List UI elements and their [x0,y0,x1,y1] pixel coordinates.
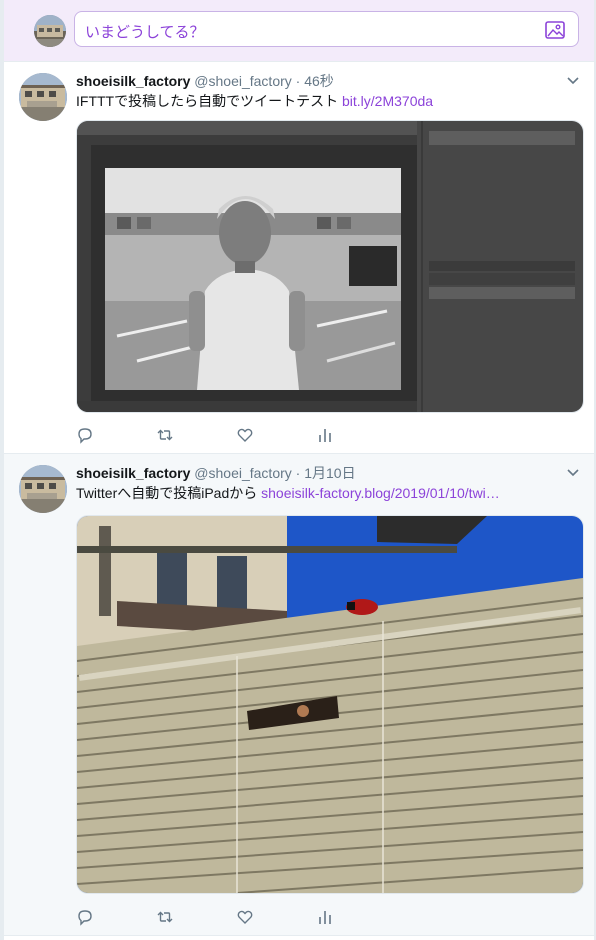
tweet-composer: いまどうしてる？ [4,0,594,62]
retweet-button[interactable] [156,908,236,926]
chevron-down-icon[interactable] [566,74,580,88]
reply-icon [78,428,92,444]
tweet-text: Twitterへ自動で投稿iPadから shoeisilk-factory.bl… [76,484,576,502]
compose-placeholder: いまどうしてる？ [85,24,205,41]
compose-input[interactable]: いまどうしてる？ [74,11,579,47]
tweet-body: IFTTTで投稿したら自動でツイートテスト [76,93,342,109]
user-avatar[interactable] [34,15,66,47]
like-button[interactable] [236,426,316,444]
reply-button[interactable] [76,908,156,926]
tweet-link[interactable]: bit.ly/2M370da [342,93,433,109]
analytics-button[interactable] [316,908,396,926]
author-name[interactable]: shoeisilk_factory [76,73,190,89]
chevron-down-icon[interactable] [566,466,580,480]
tweet-link[interactable]: shoeisilk-factory.blog/2019/01/10/twi… [261,485,500,501]
tweet-header: shoeisilk_factory @shoei_factory · 1月10日 [76,464,576,482]
tweet-timestamp[interactable]: 46秒 [304,73,334,89]
reply-icon [78,910,92,926]
tweet-timestamp[interactable]: 1月10日 [304,465,355,481]
image-icon[interactable] [544,19,566,41]
timeline-page: いまどうしてる？ shoeisilk_factory @shoei_factor… [3,0,595,940]
tweet[interactable]: shoeisilk_factory @shoei_factory · 1月10日… [4,454,594,936]
tweet-media-blinds[interactable] [76,515,584,894]
tweet-header: shoeisilk_factory @shoei_factory · 46秒 [76,72,576,90]
tweet-text: IFTTTで投稿したら自動でツイートテスト bit.ly/2M370da [76,92,576,110]
author-handle[interactable]: @shoei_factory [194,465,291,481]
tweet-actions [76,908,396,926]
analytics-button[interactable] [316,426,396,444]
analytics-icon [319,429,331,442]
tweet-media-photoshop[interactable] [76,120,584,413]
tweet[interactable]: shoeisilk_factory @shoei_factory · 46秒 I… [4,62,594,454]
like-button[interactable] [236,908,316,926]
retweet-icon [157,911,173,923]
tweet-actions [76,426,396,444]
author-avatar[interactable] [19,73,67,121]
author-name[interactable]: shoeisilk_factory [76,465,190,481]
reply-button[interactable] [76,426,156,444]
author-handle[interactable]: @shoei_factory [194,73,291,89]
tweet-body: Twitterへ自動で投稿iPadから [76,485,262,501]
like-icon [237,910,253,924]
separator: · [295,73,301,89]
retweet-button[interactable] [156,426,236,444]
author-avatar[interactable] [19,465,67,513]
like-icon [237,428,253,442]
separator: · [295,465,301,481]
retweet-icon [157,429,173,441]
analytics-icon [319,911,331,924]
